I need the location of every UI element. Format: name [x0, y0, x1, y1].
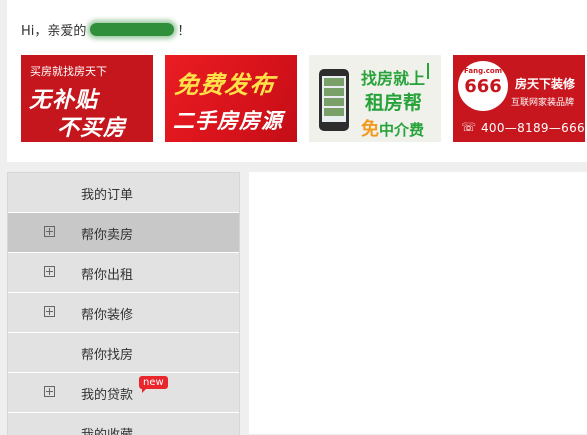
greeting-prefix: Hi，亲爱的 — [21, 24, 87, 39]
banner-free-listing[interactable]: 免费发布 二手房房源 — [165, 55, 297, 142]
banner-fang-decoration[interactable]: Fang.com 666 房天下装修 互联网家装品牌 ☏ 400—8189—66… — [453, 55, 585, 142]
new-badge: new — [139, 376, 168, 393]
banner-4-brand: 房天下装修 — [515, 77, 576, 91]
phone-icon: ☏ — [461, 120, 477, 134]
banner-3-bracket — [427, 63, 429, 79]
banner-3-line-3-text: 中介费 — [379, 121, 425, 139]
expand-plus-icon[interactable] — [44, 226, 55, 237]
banner-3-highlight: 免 — [361, 119, 379, 140]
menu-item-help-decorate[interactable]: 帮你装修 — [8, 293, 239, 333]
banner-4-phone: 400—8189—666 — [481, 121, 585, 135]
menu-item-label: 帮你卖房 — [81, 228, 134, 243]
banner-rental-helper[interactable]: 找房就上 租房帮 免中介费 — [309, 55, 441, 142]
greeting: Hi，亲爱的 ！ — [21, 20, 190, 39]
banner-2-line-2: 二手房房源 — [173, 109, 283, 133]
side-menu: 我的订单 帮你卖房 帮你出租 帮你装修 帮你找房 我的贷款 new 我的收藏 — [7, 172, 240, 435]
menu-item-label: 帮你装修 — [81, 308, 134, 323]
banner-4-slogan: 互联网家装品牌 — [511, 98, 575, 108]
logo-number: 666 — [464, 76, 502, 97]
menu-item-help-find[interactable]: 帮你找房 — [8, 333, 239, 373]
menu-item-label: 帮你找房 — [81, 348, 134, 363]
banner-3-line-3: 免中介费 — [361, 115, 424, 141]
menu-item-help-rent[interactable]: 帮你出租 — [8, 253, 239, 293]
greeting-suffix: ！ — [177, 24, 191, 39]
menu-item-label: 我的贷款 — [81, 388, 134, 403]
main-content-panel — [249, 172, 587, 434]
menu-item-my-favorites[interactable]: 我的收藏 — [8, 413, 239, 435]
logo-small-text: Fang.com — [463, 67, 502, 75]
phone-illustration — [319, 69, 349, 131]
username-redacted — [90, 23, 175, 36]
banner-no-subsidy[interactable]: 买房就找房天下 无补贴 不买房 — [21, 55, 153, 142]
banner-3-line-1: 找房就上 — [361, 69, 426, 88]
expand-plus-icon[interactable] — [44, 306, 55, 317]
menu-item-label: 我的订单 — [81, 188, 134, 203]
menu-item-my-orders[interactable]: 我的订单 — [8, 173, 239, 213]
top-panel: Hi，亲爱的 ！ 买房就找房天下 无补贴 不买房 免费发布 二手房房源 找房就上… — [7, 0, 587, 162]
expand-plus-icon[interactable] — [44, 266, 55, 277]
banner-1-small-text: 买房就找房天下 — [30, 65, 107, 78]
fang-666-logo: Fang.com 666 — [458, 61, 508, 111]
banner-2-line-1: 免费发布 — [173, 71, 277, 99]
menu-item-label: 我的收藏 — [81, 424, 133, 435]
menu-item-label: 帮你出租 — [81, 268, 134, 283]
banner-3-line-2: 租房帮 — [365, 92, 423, 114]
banner-1-line-2: 不买房 — [57, 116, 127, 141]
menu-item-help-sell[interactable]: 帮你卖房 — [8, 213, 239, 253]
expand-plus-icon[interactable] — [44, 386, 55, 397]
menu-item-my-loans[interactable]: 我的贷款 new — [8, 373, 239, 413]
